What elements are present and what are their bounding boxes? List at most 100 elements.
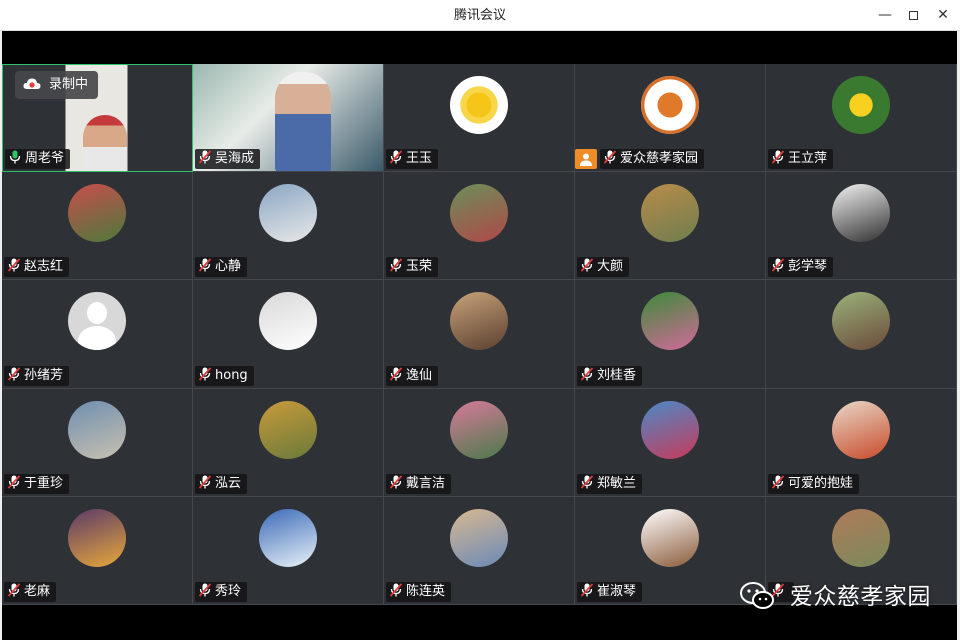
participant-name-tag: 泓云 xyxy=(195,473,248,494)
participant-name: 刘桂香 xyxy=(597,367,637,383)
participant-tile[interactable]: 王立萍 xyxy=(766,64,957,173)
mic-muted-icon xyxy=(8,258,20,272)
mic-muted-icon xyxy=(390,475,402,489)
watermark: 爱众慈孝家园 xyxy=(740,580,931,614)
participant-name: 崔淑琴 xyxy=(597,583,637,599)
mic-muted-icon xyxy=(581,258,593,272)
default-avatar-icon xyxy=(68,292,126,351)
participant-name-tag: 玉荣 xyxy=(386,257,439,278)
participant-name-tag: 刘桂香 xyxy=(577,365,643,386)
minimize-button[interactable]: — xyxy=(870,0,900,31)
participant-tile[interactable]: 赵志红 xyxy=(2,172,193,281)
participant-name-tag: 郑敏兰 xyxy=(577,473,643,494)
participant-tile[interactable]: 吴海成 xyxy=(193,64,384,173)
participant-name: 老麻 xyxy=(24,583,51,599)
avatar xyxy=(832,292,890,351)
participant-grid: 录制中 周老爷 吴海成 王玉 爱众慈孝家园 王立萍 赵志红 心静 玉荣 大颜 彭学琴 孙绪芳 hong 逸… xyxy=(2,64,957,605)
user-icon xyxy=(580,153,592,167)
person-figure xyxy=(83,115,127,172)
watermark-text: 爱众慈孝家园 xyxy=(789,584,931,610)
participant-name: 心静 xyxy=(215,259,242,275)
avatar xyxy=(641,184,699,243)
participant-name-tag: 吴海成 xyxy=(195,149,261,170)
participant-name-tag: 爱众慈孝家园 xyxy=(600,149,705,170)
avatar xyxy=(832,508,890,567)
participant-name-tag: 可爱的抱娃 xyxy=(768,473,860,494)
participant-name: 爱众慈孝家园 xyxy=(620,151,699,167)
mic-muted-icon xyxy=(772,475,784,489)
mic-muted-icon xyxy=(581,366,593,381)
mic-muted-icon xyxy=(390,258,402,272)
participant-tile[interactable]: hong xyxy=(193,280,384,389)
recording-indicator[interactable]: 录制中 xyxy=(15,71,99,99)
participant-name: 陈连英 xyxy=(406,583,446,599)
participant-name-tag: 彭学琴 xyxy=(768,257,834,278)
participant-name-tag: 逸仙 xyxy=(386,365,439,386)
mic-muted-icon xyxy=(199,475,211,489)
participant-tile[interactable]: 王玉 xyxy=(384,64,575,173)
participant-tile[interactable]: 玉荣 xyxy=(384,172,575,281)
participant-tile[interactable]: 大颜 xyxy=(575,172,766,281)
maximize-button[interactable] xyxy=(898,0,928,31)
participant-name-tag: 陈连英 xyxy=(386,581,452,602)
mic-muted-icon xyxy=(772,258,784,272)
avatar xyxy=(450,508,508,567)
participant-tile[interactable]: 可爱的抱娃 xyxy=(766,388,957,497)
participant-tile[interactable] xyxy=(766,280,957,389)
participant-tile[interactable]: 陈连英 xyxy=(384,496,575,605)
participant-name: 吴海成 xyxy=(215,151,255,167)
participant-name: 可爱的抱娃 xyxy=(788,475,854,491)
participant-name: 泓云 xyxy=(215,475,242,491)
participant-tile[interactable]: 录制中周老爷 xyxy=(2,64,193,173)
participant-tile[interactable]: 泓云 xyxy=(193,388,384,497)
participant-tile[interactable]: 爱众慈孝家园 xyxy=(575,64,766,173)
participant-tile[interactable]: 心静 xyxy=(193,172,384,281)
avatar xyxy=(832,400,890,459)
participant-name-tag: 王立萍 xyxy=(768,149,834,170)
mic-muted-icon xyxy=(390,366,402,381)
title-bar[interactable]: 腾讯会议 — ✕ xyxy=(0,0,960,31)
participant-name: 王玉 xyxy=(406,151,433,167)
participant-name: 秀玲 xyxy=(215,583,242,599)
avatar xyxy=(832,76,890,134)
participant-tile[interactable]: 彭学琴 xyxy=(766,172,957,281)
avatar xyxy=(832,184,890,243)
participant-tile[interactable]: 刘桂香 xyxy=(575,280,766,389)
participant-name: 于重珍 xyxy=(24,475,64,491)
mic-muted-icon xyxy=(390,583,402,597)
mic-muted-icon xyxy=(199,583,211,597)
participant-tile[interactable]: 老麻 xyxy=(2,496,193,605)
mic-muted-icon xyxy=(390,150,402,164)
participant-tile[interactable]: 孙绪芳 xyxy=(2,280,193,389)
avatar xyxy=(259,508,317,567)
mic-muted-icon xyxy=(8,366,20,381)
participant-name: 逸仙 xyxy=(406,367,433,383)
mic-muted-icon xyxy=(199,258,211,272)
mic-muted-icon xyxy=(581,475,593,489)
avatar xyxy=(641,292,699,351)
participant-tile[interactable]: 崔淑琴 xyxy=(575,496,766,605)
avatar xyxy=(259,184,317,243)
participant-name: 王立萍 xyxy=(788,151,828,167)
participant-tile[interactable]: 于重珍 xyxy=(2,388,193,497)
avatar xyxy=(259,400,317,459)
close-button[interactable]: ✕ xyxy=(928,0,958,31)
participant-name-tag: 周老爷 xyxy=(5,149,71,170)
participant-tile[interactable]: 戴言洁 xyxy=(384,388,575,497)
participant-name: 大颜 xyxy=(597,259,624,275)
wechat-icon xyxy=(740,582,774,609)
participant-tile[interactable]: 郑敏兰 xyxy=(575,388,766,497)
person-figure xyxy=(275,72,331,172)
mic-muted-icon xyxy=(8,583,20,597)
avatar xyxy=(68,508,126,567)
mic-muted-icon xyxy=(8,475,20,489)
top-bar-area xyxy=(2,31,957,64)
participant-name: 戴言洁 xyxy=(406,475,446,491)
participant-name-tag: 王玉 xyxy=(386,149,439,170)
avatar xyxy=(450,184,508,243)
participant-tile[interactable]: 秀玲 xyxy=(193,496,384,605)
record-icon xyxy=(23,78,41,89)
participant-name-tag: 心静 xyxy=(195,257,248,278)
participant-tile[interactable]: 逸仙 xyxy=(384,280,575,389)
participant-name: hong xyxy=(215,367,248,383)
